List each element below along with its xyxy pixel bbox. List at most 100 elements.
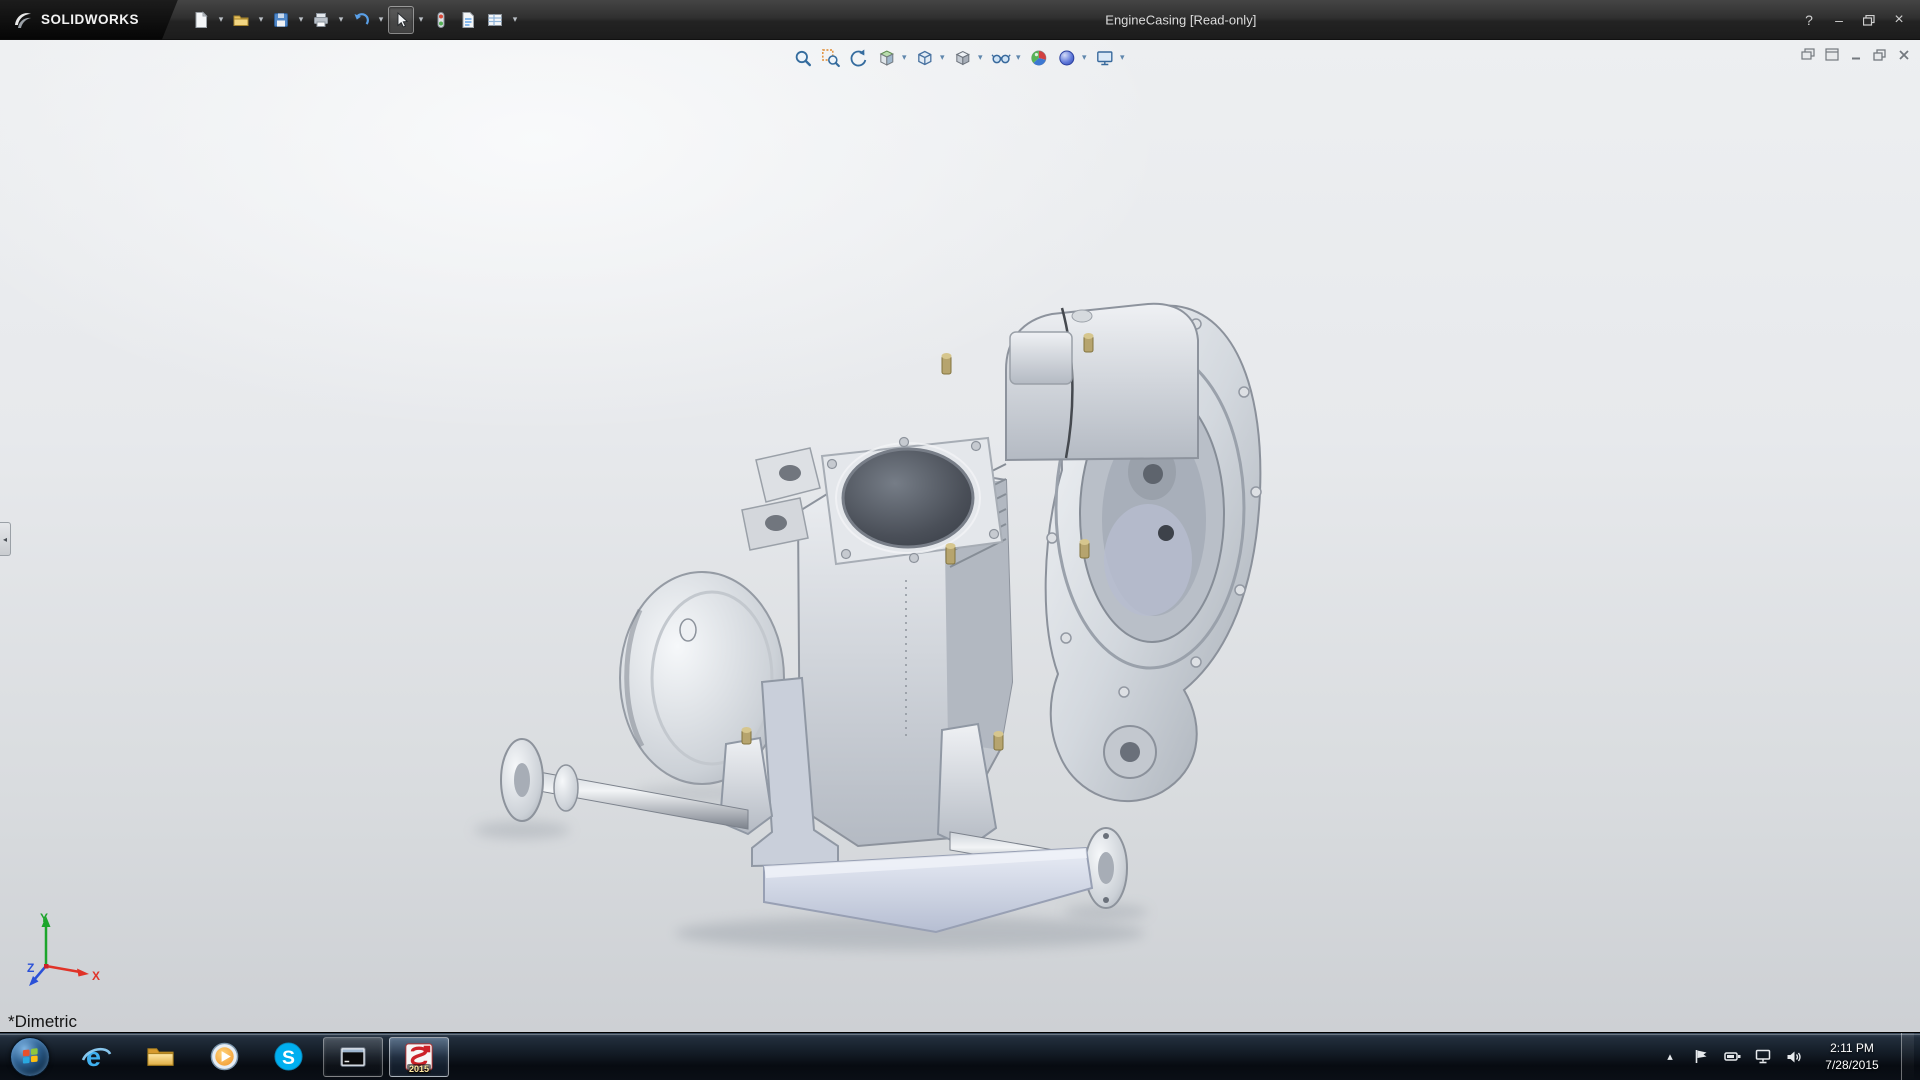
taskbar-media-player[interactable] [192,1033,256,1080]
new-document-dropdown[interactable]: ▾ [215,14,227,25]
internet-explorer-icon: e [80,1041,112,1073]
doc-restore-icon [1873,49,1886,61]
tray-expand-chevron[interactable]: ▴ [1661,1050,1679,1063]
options-icon [486,11,504,29]
solidworks-logo: SOLIDWORKS [0,0,178,40]
view-settings-button[interactable] [1092,45,1117,70]
save-button[interactable] [268,6,294,34]
rebuild-button[interactable] [428,6,454,34]
view-settings-icon [1094,48,1114,68]
doc-restore-button[interactable] [1871,46,1888,63]
window-controls: ? – × [1796,0,1912,40]
file-properties-icon [459,11,477,29]
file-properties-button[interactable] [455,6,481,34]
orientation-triad: Y X Z [26,910,110,990]
undo-icon [352,11,370,29]
edit-appearance-button[interactable] [1026,45,1051,70]
minimize-button[interactable]: – [1826,8,1852,32]
apply-scene-dropdown[interactable]: ▾ [1080,52,1089,63]
previous-view-icon [848,48,868,68]
previous-view-button[interactable] [846,45,871,70]
view-orientation-button[interactable] [912,45,937,70]
svg-text:S: S [282,1047,295,1069]
save-dropdown[interactable]: ▾ [295,14,307,25]
zoom-to-area-icon [820,48,840,68]
triad-y-label: Y [40,911,48,925]
ds-logo-icon [12,9,34,31]
hide-show-items-button[interactable] [988,45,1013,70]
view-settings-dropdown[interactable]: ▾ [1118,52,1127,63]
doc-close-button[interactable] [1895,46,1912,63]
restore-button[interactable] [1856,8,1882,32]
help-button[interactable]: ? [1796,8,1822,32]
brand-text: SOLIDWORKS [41,12,139,27]
options-button[interactable] [482,6,508,34]
section-view-button[interactable] [874,45,899,70]
solidworks-version-badge: 2015 [407,1064,431,1074]
start-button[interactable] [10,1037,50,1077]
taskbar-clock[interactable]: 2:11 PM 7/28/2015 [1816,1040,1888,1072]
triad-z-label: Z [27,961,34,975]
show-desktop-button[interactable] [1901,1033,1914,1080]
print-dropdown[interactable]: ▾ [335,14,347,25]
main-toolbar: ▾ ▾ ▾ [188,6,521,34]
power-icon[interactable] [1723,1048,1741,1066]
section-view-dropdown[interactable]: ▾ [900,52,909,63]
apply-scene-icon [1056,48,1076,68]
new-document-button[interactable] [188,6,214,34]
select-tool-button[interactable] [388,6,414,34]
open-button[interactable] [228,6,254,34]
solidworks-window: SOLIDWORKS ▾ ▾ [0,0,1920,1080]
zoom-to-fit-button[interactable] [790,45,815,70]
undo-button[interactable] [348,6,374,34]
doc-tile-button[interactable] [1823,46,1840,63]
select-cursor-icon [392,11,410,29]
apply-scene-button[interactable] [1054,45,1079,70]
folder-icon [145,1041,176,1072]
close-button[interactable]: × [1886,8,1912,32]
display-style-button[interactable] [950,45,975,70]
doc-minimize-button[interactable] [1847,46,1864,63]
rebuild-icon [432,11,450,29]
undo-dropdown[interactable]: ▾ [375,14,387,25]
taskbar-solidworks[interactable]: 2015 [389,1037,449,1077]
restore-icon [1863,15,1875,26]
print-icon [312,11,330,29]
options-dropdown[interactable]: ▾ [509,14,521,25]
zoom-to-area-button[interactable] [818,45,843,70]
clock-date: 7/28/2015 [1816,1057,1888,1073]
taskbar-internet-explorer[interactable]: e [64,1033,128,1080]
open-dropdown[interactable]: ▾ [255,14,267,25]
doc-minimize-icon [1850,49,1862,61]
edit-appearance-icon [1028,48,1048,68]
taskbar-skype[interactable]: S [256,1033,320,1080]
windows-logo-icon [21,1047,40,1066]
hide-show-items-dropdown[interactable]: ▾ [1014,52,1023,63]
graphics-area[interactable]: ▾ ▾ ▾ [0,40,1920,1032]
view-orientation-dropdown[interactable]: ▾ [938,52,947,63]
section-view-icon [876,48,896,68]
taskbar: e [0,1032,1920,1080]
panel-collapse-tab[interactable]: ◂ [0,522,11,556]
triad-x-label: X [92,969,100,983]
tile-windows-icon [1825,48,1839,61]
taskbar-windows-explorer[interactable] [128,1033,192,1080]
network-icon[interactable] [1754,1048,1772,1066]
doc-cascade-button[interactable] [1799,46,1816,63]
title-bar: SOLIDWORKS ▾ ▾ [0,0,1920,40]
open-icon [232,11,250,29]
volume-icon[interactable] [1785,1048,1803,1066]
display-style-dropdown[interactable]: ▾ [976,52,985,63]
hide-show-items-icon [990,48,1010,68]
doc-close-icon [1898,49,1910,61]
select-tool-dropdown[interactable]: ▾ [415,14,427,25]
print-button[interactable] [308,6,334,34]
skype-icon: S [273,1041,304,1072]
system-tray: ▴ [1661,1033,1920,1080]
cascade-windows-icon [1801,48,1815,61]
view-orientation-label: *Dimetric [8,1012,77,1032]
save-icon [272,11,290,29]
action-center-flag-icon[interactable] [1692,1048,1710,1066]
taskbar-command-prompt[interactable] [323,1037,383,1077]
document-window-controls [1799,46,1912,63]
